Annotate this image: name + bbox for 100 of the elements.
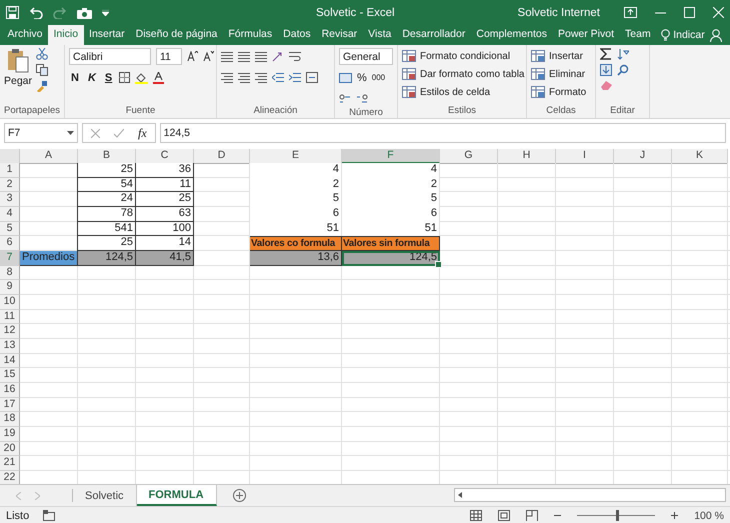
zoom-out-icon[interactable] <box>554 512 562 519</box>
row-header[interactable]: 17 <box>0 398 20 412</box>
row-header[interactable]: 15 <box>0 368 20 383</box>
normal-view-icon[interactable] <box>470 510 482 521</box>
row-header[interactable]: 7 <box>0 251 20 266</box>
row-header[interactable]: 12 <box>0 324 20 339</box>
indent-decrease-icon[interactable] <box>272 72 284 83</box>
ribbon-tab[interactable]: Vista <box>362 25 397 45</box>
italic-button[interactable]: K <box>86 72 98 84</box>
ribbon-command[interactable]: Eliminar <box>531 66 586 83</box>
macro-record-icon[interactable] <box>43 510 56 521</box>
search-icon[interactable] <box>617 64 629 76</box>
align-right-icon[interactable] <box>255 72 267 83</box>
thousands-button[interactable]: 000 <box>372 73 386 82</box>
column-header[interactable]: I <box>556 149 614 164</box>
grow-font-icon[interactable] <box>187 51 198 62</box>
zoom-level[interactable]: 100 % <box>694 510 724 522</box>
scissors-icon[interactable] <box>36 48 48 60</box>
formula-input[interactable]: 124,5 <box>160 123 726 143</box>
row-header[interactable]: 14 <box>0 354 20 368</box>
copy-icon[interactable] <box>36 64 48 76</box>
save-icon[interactable] <box>6 6 19 19</box>
ribbon-tab[interactable]: Diseño de página <box>130 25 223 45</box>
add-sheet-icon[interactable] <box>232 489 246 502</box>
horizontal-scrollbar[interactable] <box>454 488 726 502</box>
wrap-text-icon[interactable] <box>289 51 301 62</box>
ribbon-tab[interactable]: Team <box>620 25 656 45</box>
align-center-icon[interactable] <box>238 72 250 83</box>
row-header[interactable]: 5 <box>0 222 20 236</box>
column-header[interactable]: H <box>498 149 556 164</box>
row-header[interactable]: 20 <box>0 442 20 456</box>
ribbon-tab[interactable]: Revisar <box>316 25 363 45</box>
font-size-field[interactable]: 11 <box>156 48 182 65</box>
align-bottom-icon[interactable] <box>255 51 267 62</box>
customize-caret-icon[interactable] <box>102 10 109 16</box>
zoom-slider-thumb[interactable] <box>616 510 620 521</box>
account-name[interactable]: Solvetic Internet <box>518 6 600 18</box>
ribbon-tab[interactable]: Datos <box>278 25 316 45</box>
row-header[interactable]: 4 <box>0 207 20 222</box>
ribbon-tab[interactable]: Inicio <box>48 25 84 45</box>
ribbon-display-icon[interactable] <box>624 7 637 18</box>
row-header[interactable]: 3 <box>0 192 20 207</box>
row-header[interactable]: 16 <box>0 383 20 398</box>
column-header[interactable]: F <box>342 149 440 164</box>
indent-increase-icon[interactable] <box>289 72 301 83</box>
ribbon-command[interactable]: Formato condicional <box>402 48 524 65</box>
row-header[interactable]: 10 <box>0 295 20 310</box>
fill-down-icon[interactable] <box>600 64 612 76</box>
page-layout-icon[interactable] <box>498 510 510 521</box>
page-break-icon[interactable] <box>526 510 538 521</box>
camera-icon[interactable] <box>77 6 92 18</box>
row-header[interactable]: 22 <box>0 471 20 484</box>
merge-icon[interactable] <box>306 72 318 83</box>
paste-button[interactable]: Pegar <box>4 48 32 105</box>
ribbon-tab[interactable]: Insertar <box>84 25 130 45</box>
row-header[interactable]: 13 <box>0 339 20 354</box>
tell-me-button[interactable]: Indicar <box>656 25 710 45</box>
borders-icon[interactable] <box>119 72 130 83</box>
row-header[interactable]: 8 <box>0 266 20 280</box>
ribbon-command[interactable]: Insertar <box>531 48 586 65</box>
orientation-icon[interactable] <box>272 51 284 62</box>
ribbon-tab[interactable]: Power Pivot <box>552 25 620 45</box>
ribbon-command[interactable]: Formato <box>531 84 586 101</box>
font-color-icon[interactable] <box>153 72 164 84</box>
row-header[interactable]: 21 <box>0 456 20 471</box>
caret-icon[interactable] <box>67 131 74 135</box>
row-header[interactable]: 11 <box>0 310 20 324</box>
sum-icon[interactable] <box>600 48 612 60</box>
brush-icon[interactable] <box>36 80 48 92</box>
column-header[interactable]: J <box>614 149 672 164</box>
maximize-icon[interactable] <box>684 7 695 18</box>
percent-button[interactable]: % <box>357 72 367 84</box>
row-header[interactable]: 1 <box>0 163 20 178</box>
close-icon[interactable] <box>713 7 724 18</box>
column-header[interactable]: C <box>136 149 194 164</box>
ribbon-command[interactable]: Estilos de celda <box>402 84 524 101</box>
fill-handle[interactable] <box>435 260 442 268</box>
column-header[interactable]: B <box>78 149 136 164</box>
align-middle-icon[interactable] <box>238 51 250 62</box>
ribbon-tab[interactable]: Complementos <box>470 25 552 45</box>
ribbon-tab[interactable]: Desarrollador <box>396 25 471 45</box>
row-header[interactable]: 2 <box>0 178 20 192</box>
align-left-icon[interactable] <box>221 72 233 83</box>
row-header[interactable]: 9 <box>0 280 20 295</box>
ribbon-tab[interactable]: Archivo <box>2 25 48 45</box>
column-header[interactable]: E <box>250 149 342 164</box>
row-header[interactable]: 6 <box>0 236 20 251</box>
user-icon[interactable] <box>710 28 722 42</box>
undo-icon[interactable] <box>29 6 43 18</box>
sheet-tab[interactable]: FORMULA <box>136 485 217 506</box>
row-header[interactable]: 18 <box>0 412 20 427</box>
bold-button[interactable]: N <box>69 72 81 84</box>
increase-decimal-icon[interactable] <box>339 94 351 104</box>
ribbon-command[interactable]: Dar formato como tabla <box>402 66 524 83</box>
column-header[interactable]: G <box>440 149 498 164</box>
shrink-font-icon[interactable] <box>203 51 214 62</box>
align-top-icon[interactable] <box>221 51 233 62</box>
underline-button[interactable]: S <box>102 72 114 84</box>
fill-color-icon[interactable] <box>135 72 148 84</box>
column-header[interactable]: D <box>194 149 250 164</box>
